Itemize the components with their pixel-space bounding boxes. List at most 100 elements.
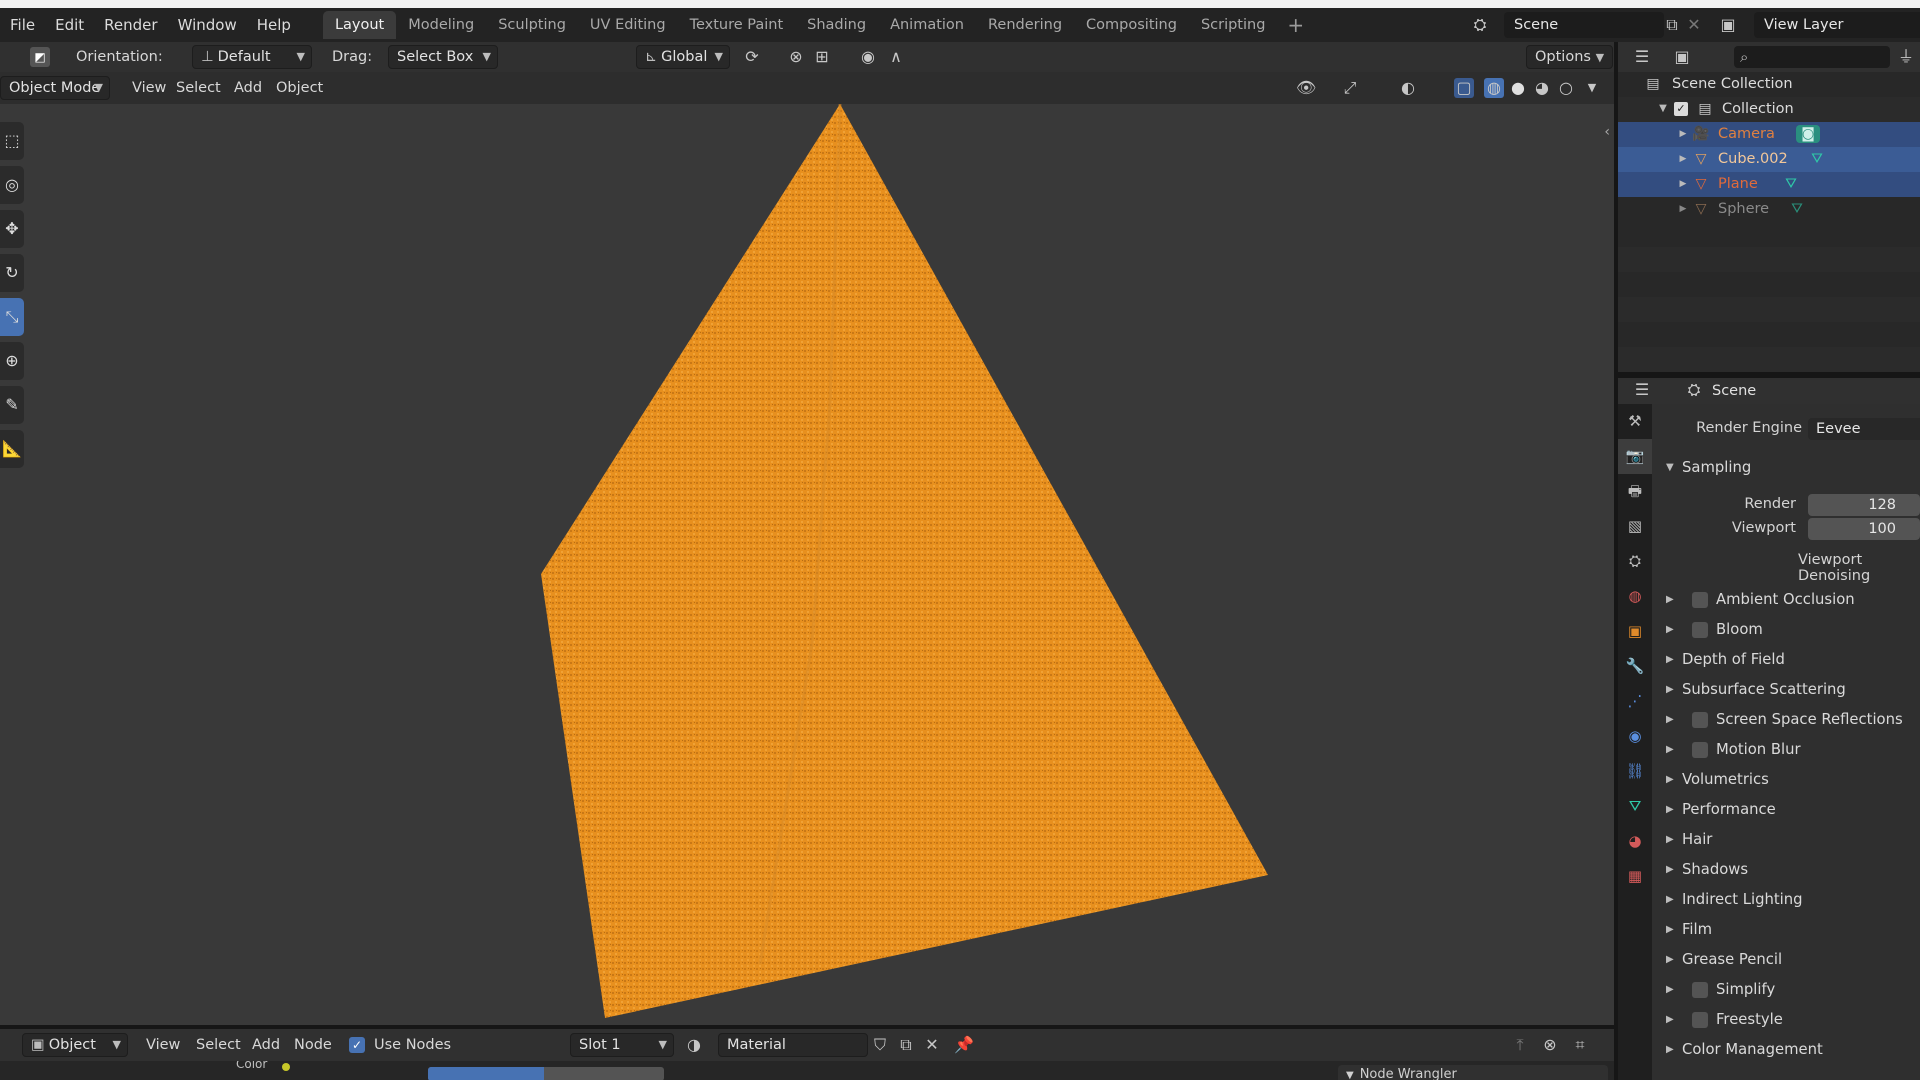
- overlays-icon[interactable]: ◐: [1398, 78, 1418, 98]
- outliner-editor-type-icon[interactable]: ☰: [1632, 47, 1652, 67]
- tab-sculpting[interactable]: Sculpting: [486, 11, 578, 39]
- editor-object-dropdown[interactable]: ▣ Object ▼: [22, 1033, 128, 1057]
- fake-user-shield-icon[interactable]: ⛉: [870, 1035, 890, 1055]
- drag-dropdown[interactable]: Select Box ▼: [388, 45, 498, 69]
- tab-rendering[interactable]: Rendering: [976, 11, 1074, 39]
- panel-screen-space-reflections[interactable]: ▶ Screen Space Reflections: [1660, 708, 1920, 732]
- cursor-tool[interactable]: ◎: [0, 166, 24, 204]
- collection-row[interactable]: ▼ ✓ ▤ Collection: [1618, 97, 1920, 122]
- collection-checkbox-icon[interactable]: ✓: [1674, 102, 1688, 116]
- expand-arrow-icon[interactable]: ▶: [1674, 200, 1692, 218]
- active-tool-icon[interactable]: ◩: [30, 47, 50, 67]
- panel-shadows[interactable]: ▶ Shadows: [1660, 858, 1920, 882]
- viewport-samples-field[interactable]: 100: [1808, 518, 1920, 540]
- use-nodes-checkbox[interactable]: ✓: [349, 1037, 365, 1053]
- panel-hair[interactable]: ▶ Hair: [1660, 828, 1920, 852]
- expand-arrow-icon[interactable]: ▶: [1674, 175, 1692, 193]
- menu-add[interactable]: Add: [226, 76, 270, 100]
- tab-animation[interactable]: Animation: [878, 11, 976, 39]
- render-tab-icon[interactable]: 📷: [1618, 439, 1652, 474]
- scene-icon[interactable]: ⛭: [1470, 15, 1490, 35]
- panel-performance[interactable]: ▶ Performance: [1660, 798, 1920, 822]
- object-tab-icon[interactable]: ▣: [1618, 614, 1652, 649]
- panel-volumetrics[interactable]: ▶ Volumetrics: [1660, 768, 1920, 792]
- ne-menu-node[interactable]: Node: [286, 1033, 340, 1057]
- add-workspace-button[interactable]: +: [1277, 13, 1314, 37]
- tab-modeling[interactable]: Modeling: [396, 11, 486, 39]
- slot-dropdown[interactable]: Slot 1 ▼: [570, 1033, 674, 1057]
- enable-checkbox[interactable]: [1692, 622, 1708, 638]
- mesh-data-icon[interactable]: ⛛: [1788, 200, 1806, 218]
- panel-indirect-lighting[interactable]: ▶ Indirect Lighting: [1660, 888, 1920, 912]
- material-preview-icon[interactable]: ◕: [1532, 78, 1552, 98]
- enable-checkbox[interactable]: [1692, 982, 1708, 998]
- menu-window[interactable]: Window: [168, 8, 247, 42]
- constraints-tab-icon[interactable]: ⛓: [1618, 754, 1652, 789]
- sampling-panel-header[interactable]: ▼ Sampling: [1660, 456, 1920, 480]
- scene-tab-icon[interactable]: ⛭: [1618, 544, 1652, 579]
- tab-shading[interactable]: Shading: [795, 11, 878, 39]
- material-name-field[interactable]: Material: [718, 1033, 868, 1057]
- sidebar-toggle-icon[interactable]: ‹: [1604, 124, 1610, 140]
- material-sphere-icon[interactable]: ◑: [684, 1035, 704, 1055]
- unlink-material-icon[interactable]: ✕: [922, 1035, 942, 1055]
- panel-ambient-occlusion[interactable]: ▶ Ambient Occlusion: [1660, 588, 1920, 612]
- view-layer-tab-icon[interactable]: ▧: [1618, 509, 1652, 544]
- mode-dropdown[interactable]: Object Mode ▼: [0, 76, 110, 100]
- panel-film[interactable]: ▶ Film: [1660, 918, 1920, 942]
- tab-compositing[interactable]: Compositing: [1074, 11, 1189, 39]
- scene-name-field[interactable]: Scene: [1504, 12, 1664, 38]
- shading-options-chevron-icon[interactable]: ▼: [1582, 78, 1602, 98]
- mesh-data-icon[interactable]: ⛛: [1808, 150, 1826, 168]
- viewport-denoising-label[interactable]: Viewport Denoising: [1798, 552, 1920, 584]
- proportional-editing-icon[interactable]: ◉: [858, 47, 878, 67]
- outliner-item-sphere[interactable]: ▶ ▽ Sphere ⛛: [1618, 197, 1920, 222]
- tab-texture-paint[interactable]: Texture Paint: [678, 11, 796, 39]
- panel-freestyle[interactable]: ▶ Freestyle: [1660, 1008, 1920, 1032]
- ne-menu-select[interactable]: Select: [188, 1033, 249, 1057]
- camera-data-icon[interactable]: ◙: [1796, 125, 1820, 143]
- panel-bloom[interactable]: ▶ Bloom: [1660, 618, 1920, 642]
- menu-object[interactable]: Object: [268, 76, 331, 100]
- tab-layout[interactable]: Layout: [322, 11, 397, 39]
- falloff-icon[interactable]: ∧: [886, 47, 906, 67]
- select-box-tool[interactable]: ⬚: [0, 122, 24, 160]
- duplicate-material-icon[interactable]: ⧉: [896, 1035, 916, 1055]
- data-tab-icon[interactable]: ⛛: [1618, 789, 1652, 824]
- outliner-item-plane[interactable]: ▶ ▽ Plane ⛛: [1618, 172, 1920, 197]
- scene-collection-row[interactable]: ▤ Scene Collection: [1618, 72, 1920, 97]
- menu-select[interactable]: Select: [168, 76, 229, 100]
- view-layer-icon[interactable]: ▣: [1718, 15, 1738, 35]
- panel-subsurface-scattering[interactable]: ▶ Subsurface Scattering: [1660, 678, 1920, 702]
- texture-tab-icon[interactable]: ▦: [1618, 859, 1652, 894]
- parent-node-tree-icon[interactable]: ⤒: [1510, 1035, 1530, 1055]
- enable-checkbox[interactable]: [1692, 712, 1708, 728]
- particles-tab-icon[interactable]: ⋰: [1618, 684, 1652, 719]
- enable-checkbox[interactable]: [1692, 1012, 1708, 1028]
- menu-file[interactable]: File: [0, 8, 45, 42]
- mesh-data-icon[interactable]: ⛛: [1782, 175, 1800, 193]
- tab-scripting[interactable]: Scripting: [1189, 11, 1277, 39]
- wireframe-shading-icon[interactable]: ◍: [1484, 78, 1504, 98]
- modifier-tab-icon[interactable]: 🔧: [1618, 649, 1652, 684]
- solid-shading-icon[interactable]: ●: [1508, 78, 1528, 98]
- menu-edit[interactable]: Edit: [45, 8, 94, 42]
- node-wrangler-panel[interactable]: ▼ Node Wrangler: [1338, 1065, 1608, 1080]
- display-mode-icon[interactable]: ▣: [1672, 47, 1692, 67]
- render-engine-dropdown[interactable]: Eevee: [1808, 418, 1920, 440]
- options-dropdown[interactable]: Options ▼: [1526, 45, 1614, 69]
- new-scene-icon[interactable]: ⧉: [1662, 15, 1682, 35]
- enable-checkbox[interactable]: [1692, 742, 1708, 758]
- panel-color-management[interactable]: ▶ Color Management: [1660, 1038, 1920, 1062]
- annotate-tool[interactable]: ✎: [0, 386, 24, 424]
- orientation-dropdown[interactable]: ⊥ Default ▼: [192, 45, 312, 69]
- xray-icon[interactable]: ▢: [1454, 78, 1474, 98]
- panel-simplify[interactable]: ▶ Simplify: [1660, 978, 1920, 1002]
- panel-depth-of-field[interactable]: ▶ Depth of Field: [1660, 648, 1920, 672]
- outliner-search-input[interactable]: ⌕: [1734, 46, 1890, 68]
- transform-tool[interactable]: ⊕: [0, 342, 24, 380]
- ne-menu-add[interactable]: Add: [244, 1033, 288, 1057]
- snap-icon[interactable]: ⊗: [786, 47, 806, 67]
- tool-tab-icon[interactable]: ⚒: [1618, 404, 1652, 439]
- menu-render[interactable]: Render: [94, 8, 167, 42]
